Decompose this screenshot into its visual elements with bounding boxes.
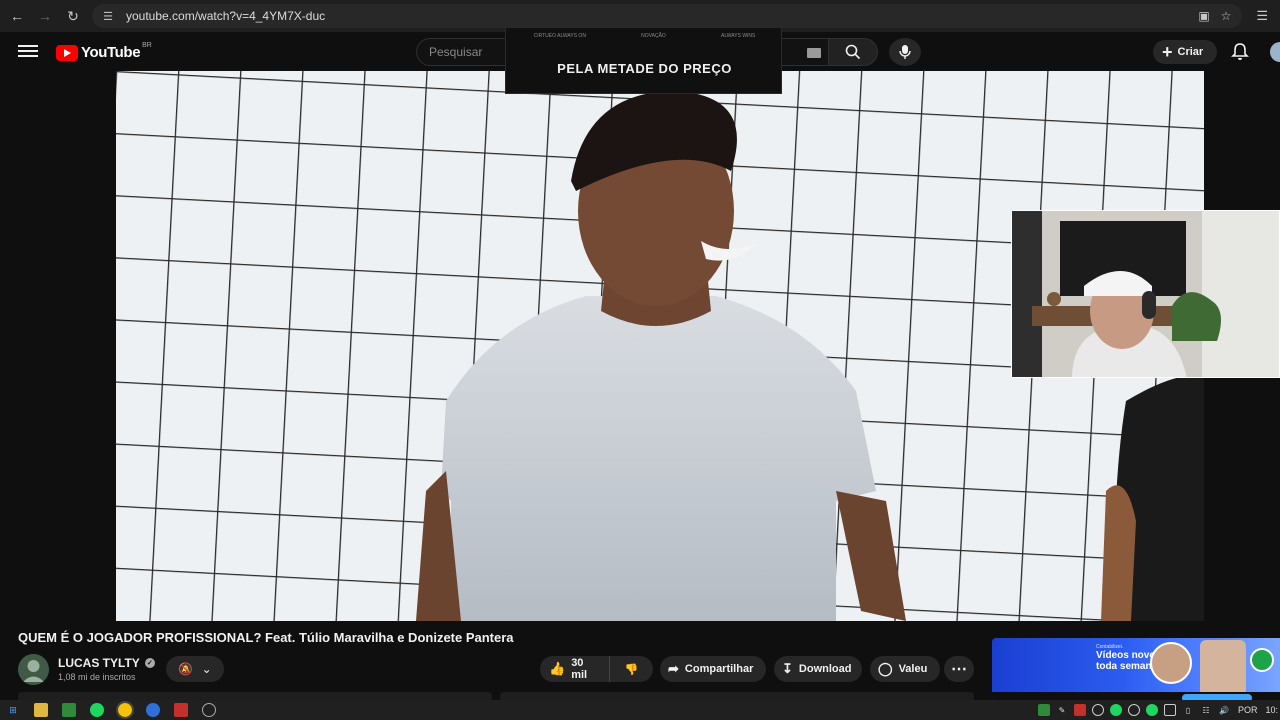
share-label: Compartilhar [684, 663, 754, 675]
pen-icon[interactable]: ✎ [1056, 704, 1068, 716]
ad-strip-item: NOVAÇÃO [641, 33, 666, 39]
spotify-tray-icon[interactable] [1109, 704, 1122, 716]
ad-logo-badge-icon [1250, 648, 1274, 672]
obs-icon[interactable] [202, 703, 216, 717]
channel-name[interactable]: LUCAS TYLTY ✓ [58, 656, 155, 670]
reload-icon[interactable]: ↻ [62, 5, 84, 27]
network-icon[interactable]: ☷ [1200, 704, 1212, 716]
app-icon[interactable] [62, 703, 76, 717]
chrome-icon[interactable] [116, 701, 134, 719]
browser-menu-icon[interactable]: ☰ [1256, 8, 1268, 24]
ad-person-photo [1150, 642, 1192, 684]
browser-icon[interactable] [146, 703, 160, 717]
like-count: 30 mil [571, 657, 588, 681]
youtube-logo[interactable]: YouTube BR [56, 42, 152, 61]
news-app-icon[interactable] [174, 703, 188, 717]
channel-name-text[interactable]: LUCAS TYLTY [58, 656, 140, 670]
video-title: QUEM É O JOGADOR PROFISSIONAL? Feat. Túl… [18, 630, 514, 645]
dislike-button[interactable]: 👎 [610, 663, 653, 676]
thanks-button[interactable]: ◯ Valeu [870, 656, 940, 682]
more-actions-button[interactable]: ⋯ [944, 656, 974, 682]
more-horizontal-icon: ⋯ [951, 661, 967, 678]
download-icon: ↧ [782, 661, 793, 676]
spotify-icon[interactable] [90, 703, 104, 717]
taskbar: ⊞ ✎ ▯ ☷ 🔊 POR 10: [0, 700, 1280, 720]
cast-icon[interactable]: ▣ [1196, 8, 1212, 24]
webcam-overlay [1011, 210, 1280, 378]
site-settings-icon[interactable]: ☰ [100, 8, 116, 24]
ad-headline: PELA METADE DO PREÇO [557, 61, 732, 76]
webcam-image [1012, 211, 1279, 377]
battery-icon[interactable]: ▯ [1182, 704, 1194, 716]
keyboard-icon[interactable] [807, 48, 821, 58]
hamburger-menu-icon[interactable] [18, 42, 38, 62]
thumbs-down-icon: 👎 [624, 663, 639, 676]
share-button[interactable]: ➦ Compartilhar [660, 656, 766, 682]
sidebar-ad[interactable]: Contabilizei. Vídeos novos toda semana. [992, 638, 1280, 700]
share-arrow-icon: ➦ [668, 661, 679, 676]
microphone-icon [899, 45, 911, 59]
super-thanks-icon: ◯ [878, 661, 893, 676]
create-label: Criar [1177, 46, 1204, 58]
forward-icon[interactable]: → [34, 5, 56, 27]
ad-person-photo [1200, 640, 1246, 696]
country-code: BR [142, 42, 152, 49]
language-indicator[interactable]: POR [1238, 705, 1258, 715]
youtube-play-icon [56, 44, 78, 61]
like-button[interactable]: 👍 30 mil [540, 656, 610, 682]
search-button[interactable] [828, 38, 878, 66]
ad-strip-item: CIRTUÉO ALWAYS ON [533, 33, 586, 39]
ad-strip: CIRTUÉO ALWAYS ON NOVAÇÃO ALWAYS WINS [506, 33, 783, 39]
like-dislike-group: 👍 30 mil 👎 [540, 656, 653, 682]
windows-start-icon[interactable]: ⊞ [6, 703, 20, 717]
tray-app-icon[interactable] [1127, 704, 1140, 716]
tray-app-icon[interactable] [1073, 704, 1086, 716]
notifications-bell-icon[interactable] [1230, 42, 1250, 62]
thumbs-up-icon: 👍 [549, 661, 566, 676]
ad-strip-item: ALWAYS WINS [721, 33, 756, 39]
logo-text: YouTube [81, 44, 141, 61]
address-bar[interactable]: ☰ youtube.com/watch?v=4_4YM7X-duc ▣ ☆ [92, 4, 1242, 28]
back-icon[interactable]: ← [6, 5, 28, 27]
bell-off-icon: 🔕 [178, 662, 194, 676]
tray-app-icon[interactable] [1163, 704, 1176, 716]
tray-app-icon[interactable] [1145, 704, 1158, 716]
chevron-down-icon: ⌄ [201, 662, 212, 676]
search-placeholder: Pesquisar [429, 45, 483, 59]
voice-search-button[interactable] [889, 38, 921, 66]
search-icon [845, 44, 861, 60]
thanks-label: Valeu [898, 663, 928, 675]
ad-banner[interactable]: CIRTUÉO ALWAYS ON NOVAÇÃO ALWAYS WINS PE… [505, 27, 782, 94]
channel-avatar[interactable] [18, 654, 49, 685]
clock[interactable]: 10: [1265, 705, 1278, 715]
verified-check-icon: ✓ [144, 658, 155, 668]
create-button[interactable]: + Criar [1153, 40, 1217, 64]
volume-icon[interactable]: 🔊 [1218, 704, 1230, 716]
tray-app-icon[interactable] [1091, 704, 1104, 716]
subscriber-count: 1,08 mi de inscritos [58, 672, 136, 682]
tray-app-icon[interactable] [1037, 704, 1050, 716]
download-button[interactable]: ↧ Download [774, 656, 862, 682]
url-text[interactable]: youtube.com/watch?v=4_4YM7X-duc [126, 9, 325, 23]
plus-icon: + [1162, 42, 1173, 62]
file-explorer-icon[interactable] [34, 703, 48, 717]
subscribed-notifications-button[interactable]: 🔕 ⌄ [166, 656, 224, 682]
bookmark-star-icon[interactable]: ☆ [1218, 8, 1234, 24]
download-label: Download [798, 663, 852, 675]
system-tray: ✎ ▯ ☷ 🔊 POR 10: [1032, 700, 1280, 720]
